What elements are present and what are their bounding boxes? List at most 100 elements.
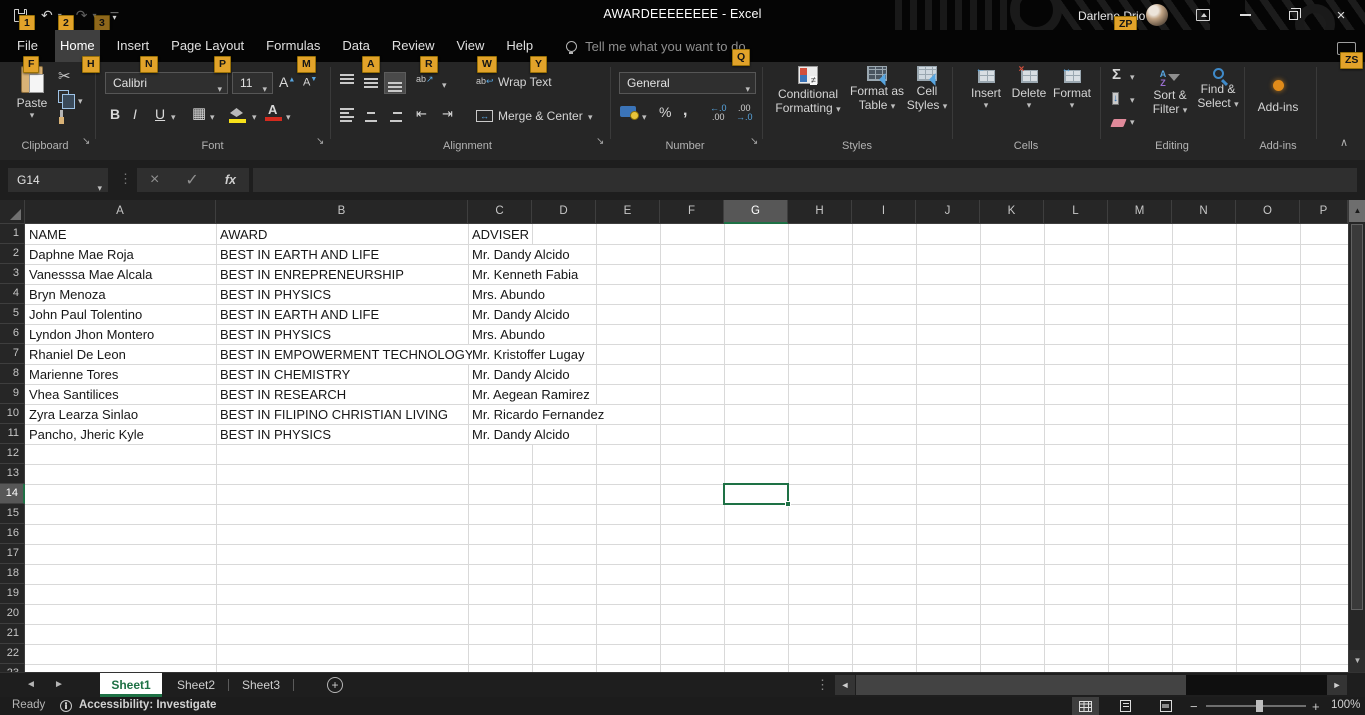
- sheetbar-dots-icon[interactable]: ⋮: [816, 677, 829, 693]
- align-middle-button[interactable]: [360, 72, 382, 94]
- font-color-icon[interactable]: A: [265, 102, 282, 121]
- cell-B3[interactable]: BEST IN ENREPRENEURSHIP: [220, 265, 407, 284]
- vertical-scroll-thumb[interactable]: [1351, 224, 1363, 610]
- ribbon-display-options-icon[interactable]: [1196, 9, 1210, 21]
- cell-A6[interactable]: Lyndon Jhon Montero: [29, 325, 158, 344]
- conditional-formatting-button[interactable]: ≠ Conditional Formatting ▾: [770, 66, 846, 115]
- sort-filter-button[interactable]: AZ Sort & Filter ▾: [1146, 66, 1194, 117]
- sheet-nav-right-icon[interactable]: ►: [54, 679, 64, 690]
- cell-B11[interactable]: BEST IN PHYSICS: [220, 425, 335, 444]
- autosum-icon[interactable]: Σ: [1112, 66, 1121, 83]
- column-header-N[interactable]: N: [1172, 200, 1236, 224]
- row-header-7[interactable]: 7: [0, 344, 25, 364]
- cell-A2[interactable]: Daphne Mae Roja: [29, 245, 137, 264]
- fill-color-icon[interactable]: [229, 106, 246, 123]
- sheet-tab-sheet1[interactable]: Sheet1: [100, 673, 162, 697]
- new-sheet-icon[interactable]: +: [327, 677, 343, 693]
- cell-B7[interactable]: BEST IN EMPOWERMENT TECHNOLOGY: [220, 345, 477, 364]
- align-bottom-button[interactable]: [384, 72, 406, 94]
- find-select-button[interactable]: Find & Select ▾: [1194, 66, 1242, 110]
- cell-A10[interactable]: Zyra Learza Sinlao: [29, 405, 142, 424]
- row-header-15[interactable]: 15: [0, 504, 25, 524]
- row-header-23[interactable]: 23: [0, 664, 25, 672]
- cell-C9[interactable]: Mr. Aegean Ramirez: [472, 385, 593, 404]
- fill-chevron-icon[interactable]: ▾: [1130, 95, 1135, 106]
- wrap-text-icon[interactable]: ab↩: [476, 76, 494, 87]
- minimize-button[interactable]: [1228, 0, 1262, 30]
- format-cells-button[interactable]: ↔ Format ▾: [1049, 64, 1095, 111]
- fill-icon[interactable]: ↓: [1112, 90, 1119, 105]
- hscroll-right-icon[interactable]: ►: [1327, 675, 1347, 695]
- tell-me-box[interactable]: Tell me what you want to do: [566, 30, 746, 62]
- clear-chevron-icon[interactable]: ▾: [1130, 117, 1135, 128]
- number-dialog-launcher-icon[interactable]: ↘: [750, 136, 758, 147]
- row-header-4[interactable]: 4: [0, 284, 25, 304]
- column-header-A[interactable]: A: [25, 200, 216, 224]
- hscroll-left-icon[interactable]: ◄: [835, 675, 855, 695]
- row-header-17[interactable]: 17: [0, 544, 25, 564]
- vertical-scrollbar[interactable]: ▲ ▼: [1348, 200, 1365, 672]
- row-header-21[interactable]: 21: [0, 624, 25, 644]
- percent-style-button[interactable]: %: [659, 104, 671, 120]
- column-header-C[interactable]: C: [468, 200, 532, 224]
- column-header-E[interactable]: E: [596, 200, 660, 224]
- cell-C8[interactable]: Mr. Dandy Alcido: [472, 365, 573, 384]
- horizontal-scroll-thumb[interactable]: [856, 675, 1186, 695]
- page-layout-view-button[interactable]: [1112, 697, 1139, 715]
- page-break-view-button[interactable]: [1152, 697, 1179, 715]
- borders-icon[interactable]: ▦: [192, 104, 206, 122]
- user-avatar[interactable]: [1146, 4, 1168, 26]
- row-header-10[interactable]: 10: [0, 404, 25, 424]
- orientation-icon[interactable]: ab↗: [416, 74, 434, 85]
- cell-A9[interactable]: Vhea Santilices: [29, 385, 122, 404]
- cell-B6[interactable]: BEST IN PHYSICS: [220, 325, 335, 344]
- cell-A3[interactable]: Vanesssa Mae Alcala: [29, 265, 156, 284]
- row-header-20[interactable]: 20: [0, 604, 25, 624]
- customize-qat-icon[interactable]: — ▾: [111, 9, 119, 22]
- row-header-18[interactable]: 18: [0, 564, 25, 584]
- delete-cells-button[interactable]: × Delete ▾: [1006, 64, 1052, 111]
- confirm-entry-icon[interactable]: ✓: [185, 170, 198, 190]
- column-header-B[interactable]: B: [216, 200, 468, 224]
- increase-decimal-icon[interactable]: ←.0.00: [710, 104, 727, 122]
- underline-chevron-icon[interactable]: ▾: [171, 112, 176, 123]
- row-header-6[interactable]: 6: [0, 324, 25, 344]
- sheet-tab-sheet2[interactable]: Sheet2: [167, 673, 225, 697]
- row-header-19[interactable]: 19: [0, 584, 25, 604]
- cell-A11[interactable]: Pancho, Jheric Kyle: [29, 425, 147, 444]
- cell-C3[interactable]: Mr. Kenneth Fabia: [472, 265, 582, 284]
- cell-A1[interactable]: NAME: [29, 225, 70, 244]
- zoom-out-icon[interactable]: −: [1190, 699, 1198, 714]
- format-painter-icon[interactable]: [59, 109, 64, 127]
- grow-font-button[interactable]: A▲: [279, 74, 295, 90]
- row-header-3[interactable]: 3: [0, 264, 25, 284]
- normal-view-button[interactable]: [1072, 697, 1099, 715]
- column-header-O[interactable]: O: [1236, 200, 1300, 224]
- cell-A4[interactable]: Bryn Menoza: [29, 285, 109, 304]
- column-header-G[interactable]: G: [724, 200, 788, 224]
- restore-button[interactable]: [1276, 0, 1310, 30]
- decrease-decimal-icon[interactable]: .00 →.0: [736, 104, 753, 122]
- align-center-button[interactable]: [360, 104, 382, 126]
- accounting-format-icon[interactable]: [620, 106, 639, 120]
- copy-icon[interactable]: [58, 90, 75, 109]
- merge-center-icon[interactable]: ↔: [476, 108, 493, 122]
- row-header-11[interactable]: 11: [0, 424, 25, 444]
- column-header-I[interactable]: I: [852, 200, 916, 224]
- cell-styles-button[interactable]: Cell Styles ▾: [902, 66, 952, 112]
- shrink-font-button[interactable]: A▼: [303, 76, 317, 89]
- copy-chevron-icon[interactable]: ▾: [78, 96, 83, 107]
- formula-input[interactable]: [253, 168, 1357, 192]
- accessibility-status[interactable]: Accessibility: Investigate: [79, 699, 216, 711]
- horizontal-scrollbar[interactable]: [856, 675, 1327, 695]
- row-header-5[interactable]: 5: [0, 304, 25, 324]
- cell-C2[interactable]: Mr. Dandy Alcido: [472, 245, 573, 264]
- column-header-F[interactable]: F: [660, 200, 724, 224]
- name-box-chevron-icon[interactable]: ▾: [97, 176, 102, 200]
- autosum-chevron-icon[interactable]: ▾: [1130, 72, 1135, 83]
- orientation-chevron-icon[interactable]: ▾: [442, 80, 447, 91]
- row-header-12[interactable]: 12: [0, 444, 25, 464]
- name-box[interactable]: G14 ▾: [8, 168, 108, 193]
- paste-button[interactable]: Paste ▾: [11, 64, 53, 121]
- row-header-16[interactable]: 16: [0, 524, 25, 544]
